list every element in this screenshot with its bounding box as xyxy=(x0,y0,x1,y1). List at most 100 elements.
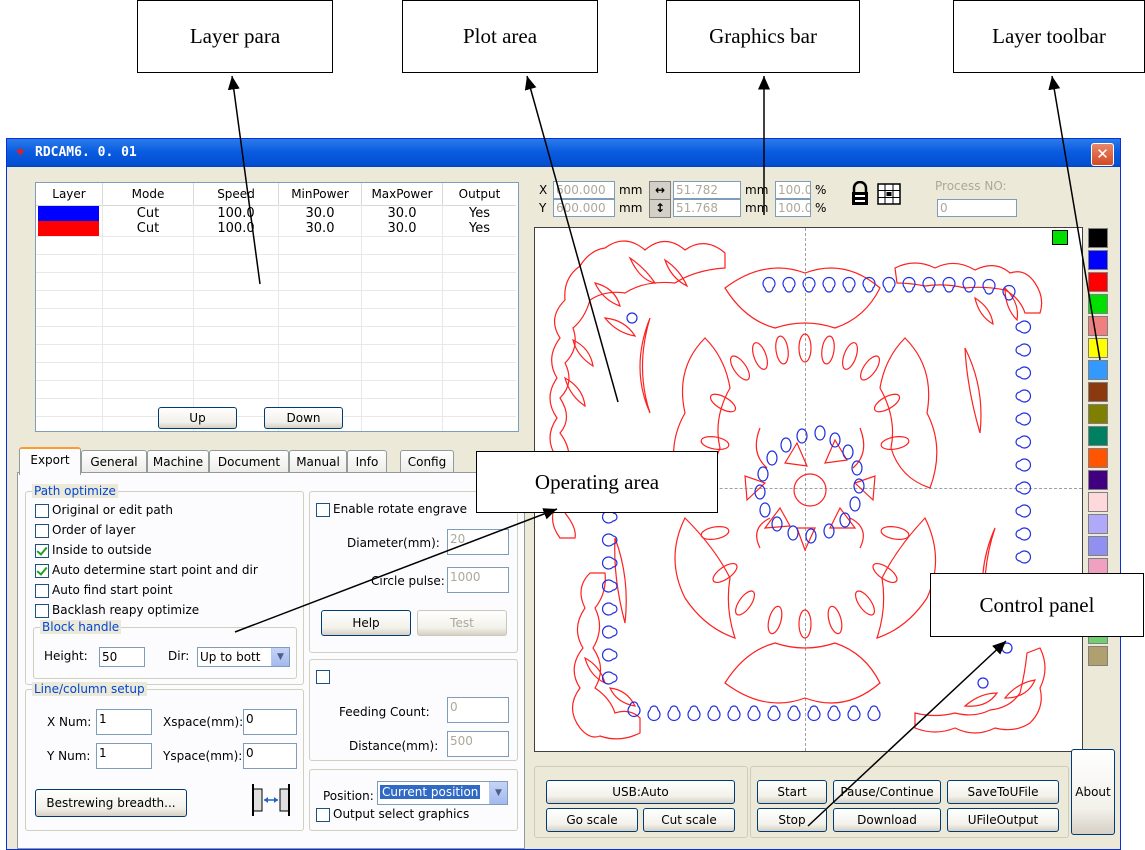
layer-color-swatch-7[interactable] xyxy=(1088,382,1108,402)
table-row[interactable]: Cut 100.0 30.0 30.0 Yes xyxy=(36,221,516,236)
layer-color-swatch-5[interactable] xyxy=(1088,338,1108,358)
auto-determine-start-checkbox[interactable] xyxy=(35,564,49,578)
col-header-maxpower[interactable]: MaxPower xyxy=(362,183,443,206)
position-label: Position: xyxy=(323,789,374,803)
feeding-count-input[interactable]: 0 xyxy=(447,697,509,723)
yspace-label: Yspace(mm): xyxy=(163,749,243,763)
about-button[interactable]: About xyxy=(1071,749,1115,835)
inside-to-outside-checkbox[interactable] xyxy=(35,544,49,558)
y-position-input[interactable]: 600.000 xyxy=(553,199,615,217)
go-scale-button[interactable]: Go scale xyxy=(546,808,638,832)
download-button[interactable]: Download xyxy=(833,808,941,832)
process-no-input[interactable]: 0 xyxy=(937,199,1017,217)
block-handle-title: Block handle xyxy=(40,620,122,634)
x-position-input[interactable]: 600.000 xyxy=(553,181,615,199)
callout-layer-toolbar: Layer toolbar xyxy=(953,0,1145,73)
tab-general[interactable]: General xyxy=(81,450,147,473)
col-header-output[interactable]: Output xyxy=(443,183,516,206)
chevron-down-icon[interactable]: ▼ xyxy=(489,782,507,804)
position-select[interactable]: Current position ▼ xyxy=(377,781,508,805)
feeding-checkbox[interactable] xyxy=(316,670,330,684)
col-header-mode[interactable]: Mode xyxy=(103,183,194,206)
tab-info[interactable]: Info xyxy=(347,450,387,473)
help-button[interactable]: Help xyxy=(321,610,411,636)
speed-cell: 100.0 xyxy=(217,206,255,221)
scale-x-input[interactable]: 100.0 xyxy=(775,181,811,199)
circle-pulse-input[interactable]: 1000 xyxy=(447,567,509,593)
callout-layer-para: Layer para xyxy=(137,0,333,73)
xnum-input[interactable]: 1 xyxy=(96,709,152,735)
enable-rotate-checkbox[interactable] xyxy=(316,503,330,517)
table-row[interactable]: Cut 100.0 30.0 30.0 Yes xyxy=(36,206,516,221)
minpower-cell: 30.0 xyxy=(305,221,335,236)
output-select-label: Output select graphics xyxy=(333,807,470,821)
cut-scale-button[interactable]: Cut scale xyxy=(643,808,735,832)
ufile-output-button[interactable]: UFileOutput xyxy=(947,808,1059,832)
width-unit-label: mm xyxy=(745,183,769,197)
callout-operating-area: Operating area xyxy=(476,451,718,513)
yspace-input[interactable]: 0 xyxy=(243,743,297,769)
tab-machine[interactable]: Machine xyxy=(147,450,209,473)
height-label: Height: xyxy=(44,649,88,663)
tab-document[interactable]: Document xyxy=(209,450,289,473)
backlash-optimize-checkbox[interactable] xyxy=(35,604,49,618)
auto-find-start-checkbox[interactable] xyxy=(35,584,49,598)
width-arrow-icon[interactable]: ↔ xyxy=(649,181,671,200)
layer-color-swatch-4[interactable] xyxy=(1088,316,1108,336)
layer-color-swatch-9[interactable] xyxy=(1088,426,1108,446)
ynum-input[interactable]: 1 xyxy=(96,743,152,769)
grid-position-icon[interactable] xyxy=(877,183,901,205)
width-input[interactable]: 51.782 xyxy=(673,181,741,199)
layer-color-swatch-13[interactable] xyxy=(1088,514,1108,534)
xspace-input[interactable]: 0 xyxy=(243,709,297,735)
col-header-layer[interactable]: Layer xyxy=(36,183,103,206)
col-header-speed[interactable]: Speed xyxy=(194,183,279,206)
backlash-optimize-label: Backlash reapy optimize xyxy=(52,603,200,617)
layer-color-swatch-12[interactable] xyxy=(1088,492,1108,512)
close-button[interactable]: ✕ xyxy=(1091,143,1114,166)
layer-color-swatch-1[interactable] xyxy=(1088,250,1108,270)
stop-button[interactable]: Stop xyxy=(757,808,827,832)
order-of-layer-checkbox[interactable] xyxy=(35,524,49,538)
layer-color-swatch-2[interactable] xyxy=(1088,272,1108,292)
height-arrow-icon[interactable]: ↕ xyxy=(649,199,671,218)
layer-color-swatch-14[interactable] xyxy=(1088,536,1108,556)
diameter-input[interactable]: 20 xyxy=(447,529,509,555)
layer-color-swatch-19[interactable] xyxy=(1088,646,1108,666)
ynum-label: Y Num: xyxy=(47,749,91,763)
layer-color-swatch-11[interactable] xyxy=(1088,470,1108,490)
bestrewing-breadth-button[interactable]: Bestrewing breadth... xyxy=(35,789,187,817)
start-button[interactable]: Start xyxy=(757,780,827,804)
dir-select[interactable]: Up to bott ▼ xyxy=(197,647,290,667)
speed-cell: 100.0 xyxy=(217,221,255,236)
lock-icon[interactable] xyxy=(849,180,871,207)
height-input[interactable]: 50 xyxy=(99,647,145,667)
tab-manual[interactable]: Manual xyxy=(289,450,347,473)
layer-color-swatch-6[interactable] xyxy=(1088,360,1108,380)
down-button[interactable]: Down xyxy=(264,407,343,429)
height-size-input[interactable]: 51.768 xyxy=(673,199,741,217)
y-label: Y xyxy=(539,201,547,215)
layer-color-swatch-10[interactable] xyxy=(1088,448,1108,468)
x-label: X xyxy=(539,183,548,197)
output-cell: Yes xyxy=(469,206,490,221)
process-no-label: Process NO: xyxy=(935,179,1007,193)
up-button[interactable]: Up xyxy=(158,407,237,429)
test-button[interactable]: Test xyxy=(417,610,507,636)
distance-input[interactable]: 500 xyxy=(447,731,509,757)
pause-continue-button[interactable]: Pause/Continue xyxy=(833,780,941,804)
usb-auto-button[interactable]: USB:Auto xyxy=(546,780,735,804)
save-to-ufile-button[interactable]: SaveToUFile xyxy=(947,780,1059,804)
tab-export[interactable]: Export xyxy=(19,447,81,475)
layer-table: Layer Mode Speed MinPower MaxPower Outpu… xyxy=(35,182,519,432)
tab-config[interactable]: Config xyxy=(400,450,454,473)
layer-color-swatch-8[interactable] xyxy=(1088,404,1108,424)
layer-color-swatch-3[interactable] xyxy=(1088,294,1108,314)
window-title: RDCAM6. 0. 01 xyxy=(35,145,137,160)
layer-color-swatch-0[interactable] xyxy=(1088,228,1108,248)
col-header-minpower[interactable]: MinPower xyxy=(279,183,362,206)
output-select-checkbox[interactable] xyxy=(316,808,330,822)
chevron-down-icon[interactable]: ▼ xyxy=(271,648,289,666)
original-or-edit-path-checkbox[interactable] xyxy=(35,504,49,518)
scale-y-input[interactable]: 100.0 xyxy=(775,199,811,217)
